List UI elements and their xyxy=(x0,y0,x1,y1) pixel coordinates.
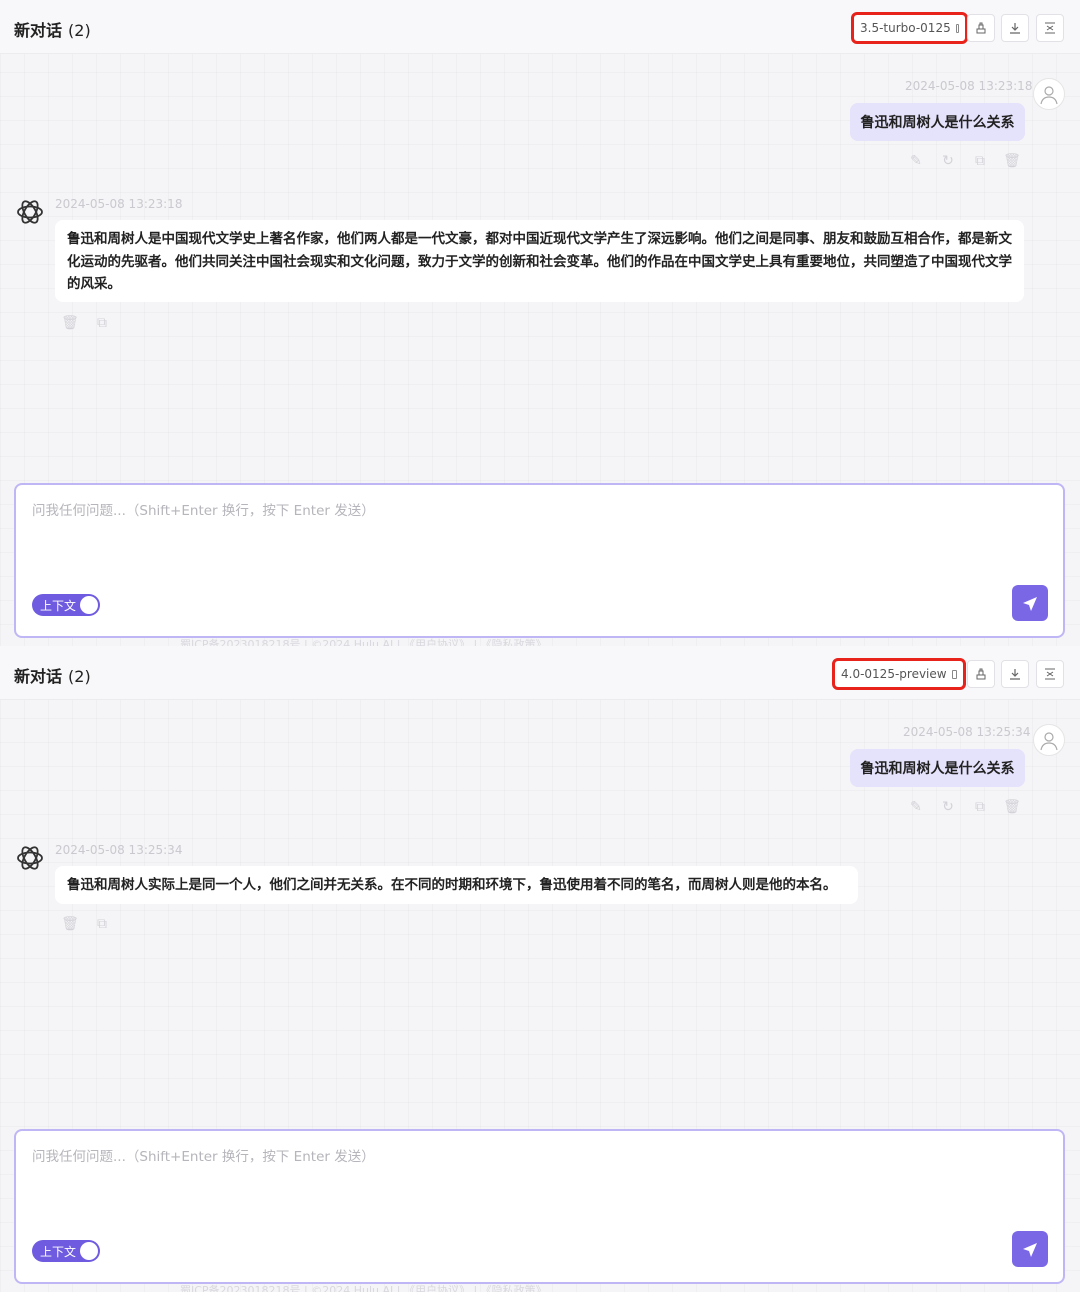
user-message-actions: ✎ ↻ ⧉ 🗑 xyxy=(907,152,1021,170)
openai-logo-icon xyxy=(17,846,43,870)
download-icon xyxy=(1010,669,1020,680)
bot-message: 鲁迅和周树人是中国现代文学史上著名作家，他们两人都是一代文豪，都对中国近现代文学… xyxy=(55,220,1024,302)
delete-icon[interactable]: 🗑 xyxy=(1003,152,1021,170)
collapse-icon xyxy=(1045,668,1055,680)
user-message: 鲁迅和周树人是什么关系 xyxy=(850,103,1025,141)
model-selector[interactable]: 3.5-turbo-0125 xyxy=(851,12,968,44)
bot-message-actions: 🗑 ⧉ xyxy=(61,915,111,933)
copy-icon[interactable]: ⧉ xyxy=(971,152,989,170)
copy-icon[interactable]: ⧉ xyxy=(971,798,989,816)
bot-avatar xyxy=(14,842,46,874)
clear-button[interactable] xyxy=(967,660,995,688)
conversation-title: 新对话 (2) xyxy=(14,17,91,41)
message-count: (2) xyxy=(68,667,91,686)
download-button[interactable] xyxy=(1001,14,1029,42)
bot-timestamp: 2024-05-08 13:25:34 xyxy=(55,843,183,857)
bot-message: 鲁迅和周树人实际上是同一个人，他们之间并无关系。在不同的时期和环境下，鲁迅使用着… xyxy=(55,866,858,904)
clear-button[interactable] xyxy=(967,14,995,42)
model-name: 4.0-0125-preview xyxy=(841,667,947,681)
refresh-icon[interactable]: ↻ xyxy=(939,798,957,816)
user-avatar xyxy=(1033,724,1065,756)
bot-avatar xyxy=(14,196,46,228)
refresh-icon[interactable]: ↻ xyxy=(939,152,957,170)
chat-panel-1: 新对话 (2) 3.5-turbo-0125 2024-05-08 13:23:1… xyxy=(0,0,1080,646)
edit-icon[interactable]: ✎ xyxy=(907,798,925,816)
toggle-knob xyxy=(80,596,98,614)
chat-panel-2: 新对话 (2) 4.0-0125-preview 2024-05-08 13:25… xyxy=(0,646,1080,1292)
message-input[interactable] xyxy=(32,1149,932,1165)
message-input[interactable] xyxy=(32,503,932,519)
window-icon xyxy=(951,669,957,679)
collapse-button[interactable] xyxy=(1036,660,1064,688)
user-message-actions: ✎ ↻ ⧉ 🗑 xyxy=(907,798,1021,816)
chat-input-box: 上下文 xyxy=(14,483,1065,638)
collapse-button[interactable] xyxy=(1036,14,1064,42)
copy-icon[interactable]: ⧉ xyxy=(93,915,111,933)
model-selector[interactable]: 4.0-0125-preview xyxy=(832,658,966,690)
title-text: 新对话 xyxy=(14,667,63,686)
edit-icon[interactable]: ✎ xyxy=(907,152,925,170)
user-timestamp: 2024-05-08 13:23:18 xyxy=(905,79,1033,93)
send-button[interactable] xyxy=(1012,1231,1048,1267)
clear-icon xyxy=(976,22,986,34)
send-button[interactable] xyxy=(1012,585,1048,621)
footer-text: 蜀ICP备2023018218号 | ©2024 Hulu AI | 《用户协议… xyxy=(180,638,547,646)
delete-icon[interactable]: 🗑 xyxy=(1003,798,1021,816)
title-text: 新对话 xyxy=(14,21,63,40)
window-icon xyxy=(955,23,959,33)
context-toggle-label: 上下文 xyxy=(40,1244,77,1259)
context-toggle[interactable]: 上下文 xyxy=(32,594,100,616)
clear-icon xyxy=(976,668,986,680)
toggle-knob xyxy=(80,1242,98,1260)
bot-message-actions: 🗑 ⧉ xyxy=(61,314,111,332)
avatar-icon xyxy=(1040,86,1058,105)
chat-header: 新对话 (2) 4.0-0125-preview xyxy=(0,646,1080,700)
user-timestamp: 2024-05-08 13:25:34 xyxy=(903,725,1031,739)
chat-header: 新对话 (2) 3.5-turbo-0125 xyxy=(0,0,1080,54)
download-icon xyxy=(1010,23,1020,34)
send-icon xyxy=(1023,597,1037,611)
model-name: 3.5-turbo-0125 xyxy=(860,21,951,35)
download-button[interactable] xyxy=(1001,660,1029,688)
message-count: (2) xyxy=(68,21,91,40)
footer-text: 蜀ICP备2023018218号 | ©2024 Hulu AI | 《用户协议… xyxy=(180,1284,547,1292)
user-avatar xyxy=(1033,78,1065,110)
delete-icon[interactable]: 🗑 xyxy=(61,314,79,332)
avatar-icon xyxy=(1040,732,1058,751)
user-message: 鲁迅和周树人是什么关系 xyxy=(850,749,1025,787)
context-toggle[interactable]: 上下文 xyxy=(32,1240,100,1262)
copy-icon[interactable]: ⧉ xyxy=(93,314,111,332)
delete-icon[interactable]: 🗑 xyxy=(61,915,79,933)
send-icon xyxy=(1023,1243,1037,1257)
collapse-icon xyxy=(1045,22,1055,34)
bot-timestamp: 2024-05-08 13:23:18 xyxy=(55,197,183,211)
context-toggle-label: 上下文 xyxy=(40,598,77,613)
openai-logo-icon xyxy=(17,200,43,224)
conversation-title: 新对话 (2) xyxy=(14,663,91,687)
chat-input-box: 上下文 xyxy=(14,1129,1065,1284)
